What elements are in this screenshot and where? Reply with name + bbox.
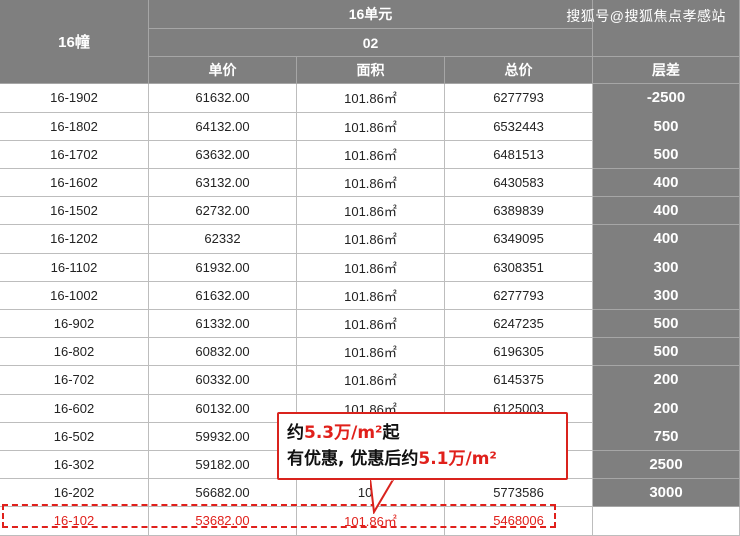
unit-price-cell: 61332.00 — [149, 309, 297, 339]
room-cell: 16-302 — [0, 450, 149, 480]
floor-diff-cell: 400 — [593, 225, 740, 254]
callout-suffix-1: 起 — [382, 423, 400, 443]
total-price-cell: 6277793 — [445, 84, 593, 113]
area-cell: 101.86㎡ — [297, 337, 445, 367]
room-cell: 16-802 — [0, 337, 149, 367]
floor-diff-cell: -2500 — [593, 84, 740, 113]
total-price-cell: 6349095 — [445, 225, 593, 254]
total-price-cell: 6308351 — [445, 253, 593, 282]
unit-price-cell: 62732.00 — [149, 196, 297, 226]
area-cell: 101.86㎡ — [297, 366, 445, 395]
callout-line-2: 有优惠, 优惠后约5.1万/m² — [287, 446, 558, 472]
total-price-cell: 6277793 — [445, 281, 593, 311]
area-cell: 101.86㎡ — [297, 225, 445, 254]
unit-header: 16单元 — [149, 0, 593, 29]
callout-discount-price: 5.1万/m² — [418, 449, 497, 469]
room-cell: 16-1902 — [0, 84, 149, 113]
floor-diff-cell: 300 — [593, 281, 740, 311]
price-callout: 约5.3万/m²起 有优惠, 优惠后约5.1万/m² — [277, 412, 568, 480]
unit-price-cell: 63632.00 — [149, 140, 297, 170]
floor-diff-cell: 200 — [593, 366, 740, 395]
area-cell: 101.86㎡ — [297, 84, 445, 113]
total-price-cell: 6196305 — [445, 337, 593, 367]
floor-diff-cell: 500 — [593, 112, 740, 141]
total-price-cell: 6389839 — [445, 196, 593, 226]
area-cell: 101.86㎡ — [297, 140, 445, 170]
room-cell: 16-1102 — [0, 253, 149, 282]
floor-diff-cell: 500 — [593, 140, 740, 170]
room-cell: 16-502 — [0, 422, 149, 452]
room-cell: 16-1602 — [0, 168, 149, 198]
callout-start-price: 5.3万/m² — [304, 423, 383, 443]
total-price-cell: 6430583 — [445, 168, 593, 198]
room-cell: 16-1802 — [0, 112, 149, 141]
room-cell: 16-602 — [0, 394, 149, 423]
room-cell: 16-702 — [0, 366, 149, 395]
unit-price-cell: 63132.00 — [149, 168, 297, 198]
room-cell: 16-1202 — [0, 225, 149, 254]
area-cell: 101.86㎡ — [297, 253, 445, 282]
column-header-total-price: 总价 — [445, 57, 593, 84]
callout-line-1: 约5.3万/m²起 — [287, 420, 558, 446]
floor-diff-cell: 750 — [593, 422, 740, 452]
callout-pointer — [370, 478, 396, 514]
unit-price-cell: 60332.00 — [149, 366, 297, 395]
unit-price-cell: 61932.00 — [149, 253, 297, 282]
unit-price-cell: 60832.00 — [149, 337, 297, 367]
area-cell: 101.86㎡ — [297, 196, 445, 226]
area-cell: 101.86㎡ — [297, 281, 445, 311]
room-cell: 16-902 — [0, 309, 149, 339]
area-cell: 101.86㎡ — [297, 309, 445, 339]
callout-prefix-2: 有优惠, 优惠后约 — [287, 449, 419, 469]
watermark: 搜狐号@搜狐焦点孝感站 — [566, 8, 726, 24]
total-price-cell: 6247235 — [445, 309, 593, 339]
column-header-floor-diff: 层差 — [593, 57, 740, 84]
unit-price-cell: 59182.00 — [149, 450, 297, 480]
floor-diff-cell: 500 — [593, 309, 740, 339]
highlight-dashed-box — [2, 504, 556, 528]
floor-diff-cell: 2500 — [593, 450, 740, 480]
floor-diff-cell: 3000 — [593, 478, 740, 508]
area-cell: 101.86㎡ — [297, 168, 445, 198]
total-price-cell: 6481513 — [445, 140, 593, 170]
unit-price-cell: 60132.00 — [149, 394, 297, 423]
floor-diff-cell: 200 — [593, 394, 740, 423]
unit-price-cell: 59932.00 — [149, 422, 297, 452]
floor-diff-cell: 500 — [593, 337, 740, 367]
floor-diff-cell: 400 — [593, 168, 740, 198]
unit-price-cell: 64132.00 — [149, 112, 297, 141]
unit-price-cell: 61632.00 — [149, 84, 297, 113]
floor-diff-cell: 300 — [593, 253, 740, 282]
room-cell: 16-1002 — [0, 281, 149, 311]
unit-price-cell: 62332 — [149, 225, 297, 254]
total-price-cell: 6532443 — [445, 112, 593, 141]
room-cell: 16-1702 — [0, 140, 149, 170]
column-header-area: 面积 — [297, 57, 445, 84]
building-header: 16幢 — [0, 0, 149, 84]
callout-prefix-1: 约 — [287, 423, 304, 443]
floor-diff-cell — [593, 507, 740, 536]
room-cell: 16-1502 — [0, 196, 149, 226]
total-price-cell: 6145375 — [445, 366, 593, 395]
room-suffix-header: 02 — [149, 29, 593, 57]
floor-diff-cell: 400 — [593, 196, 740, 226]
unit-price-cell: 61632.00 — [149, 281, 297, 311]
area-cell: 101.86㎡ — [297, 112, 445, 141]
column-header-unit-price: 单价 — [149, 57, 297, 84]
